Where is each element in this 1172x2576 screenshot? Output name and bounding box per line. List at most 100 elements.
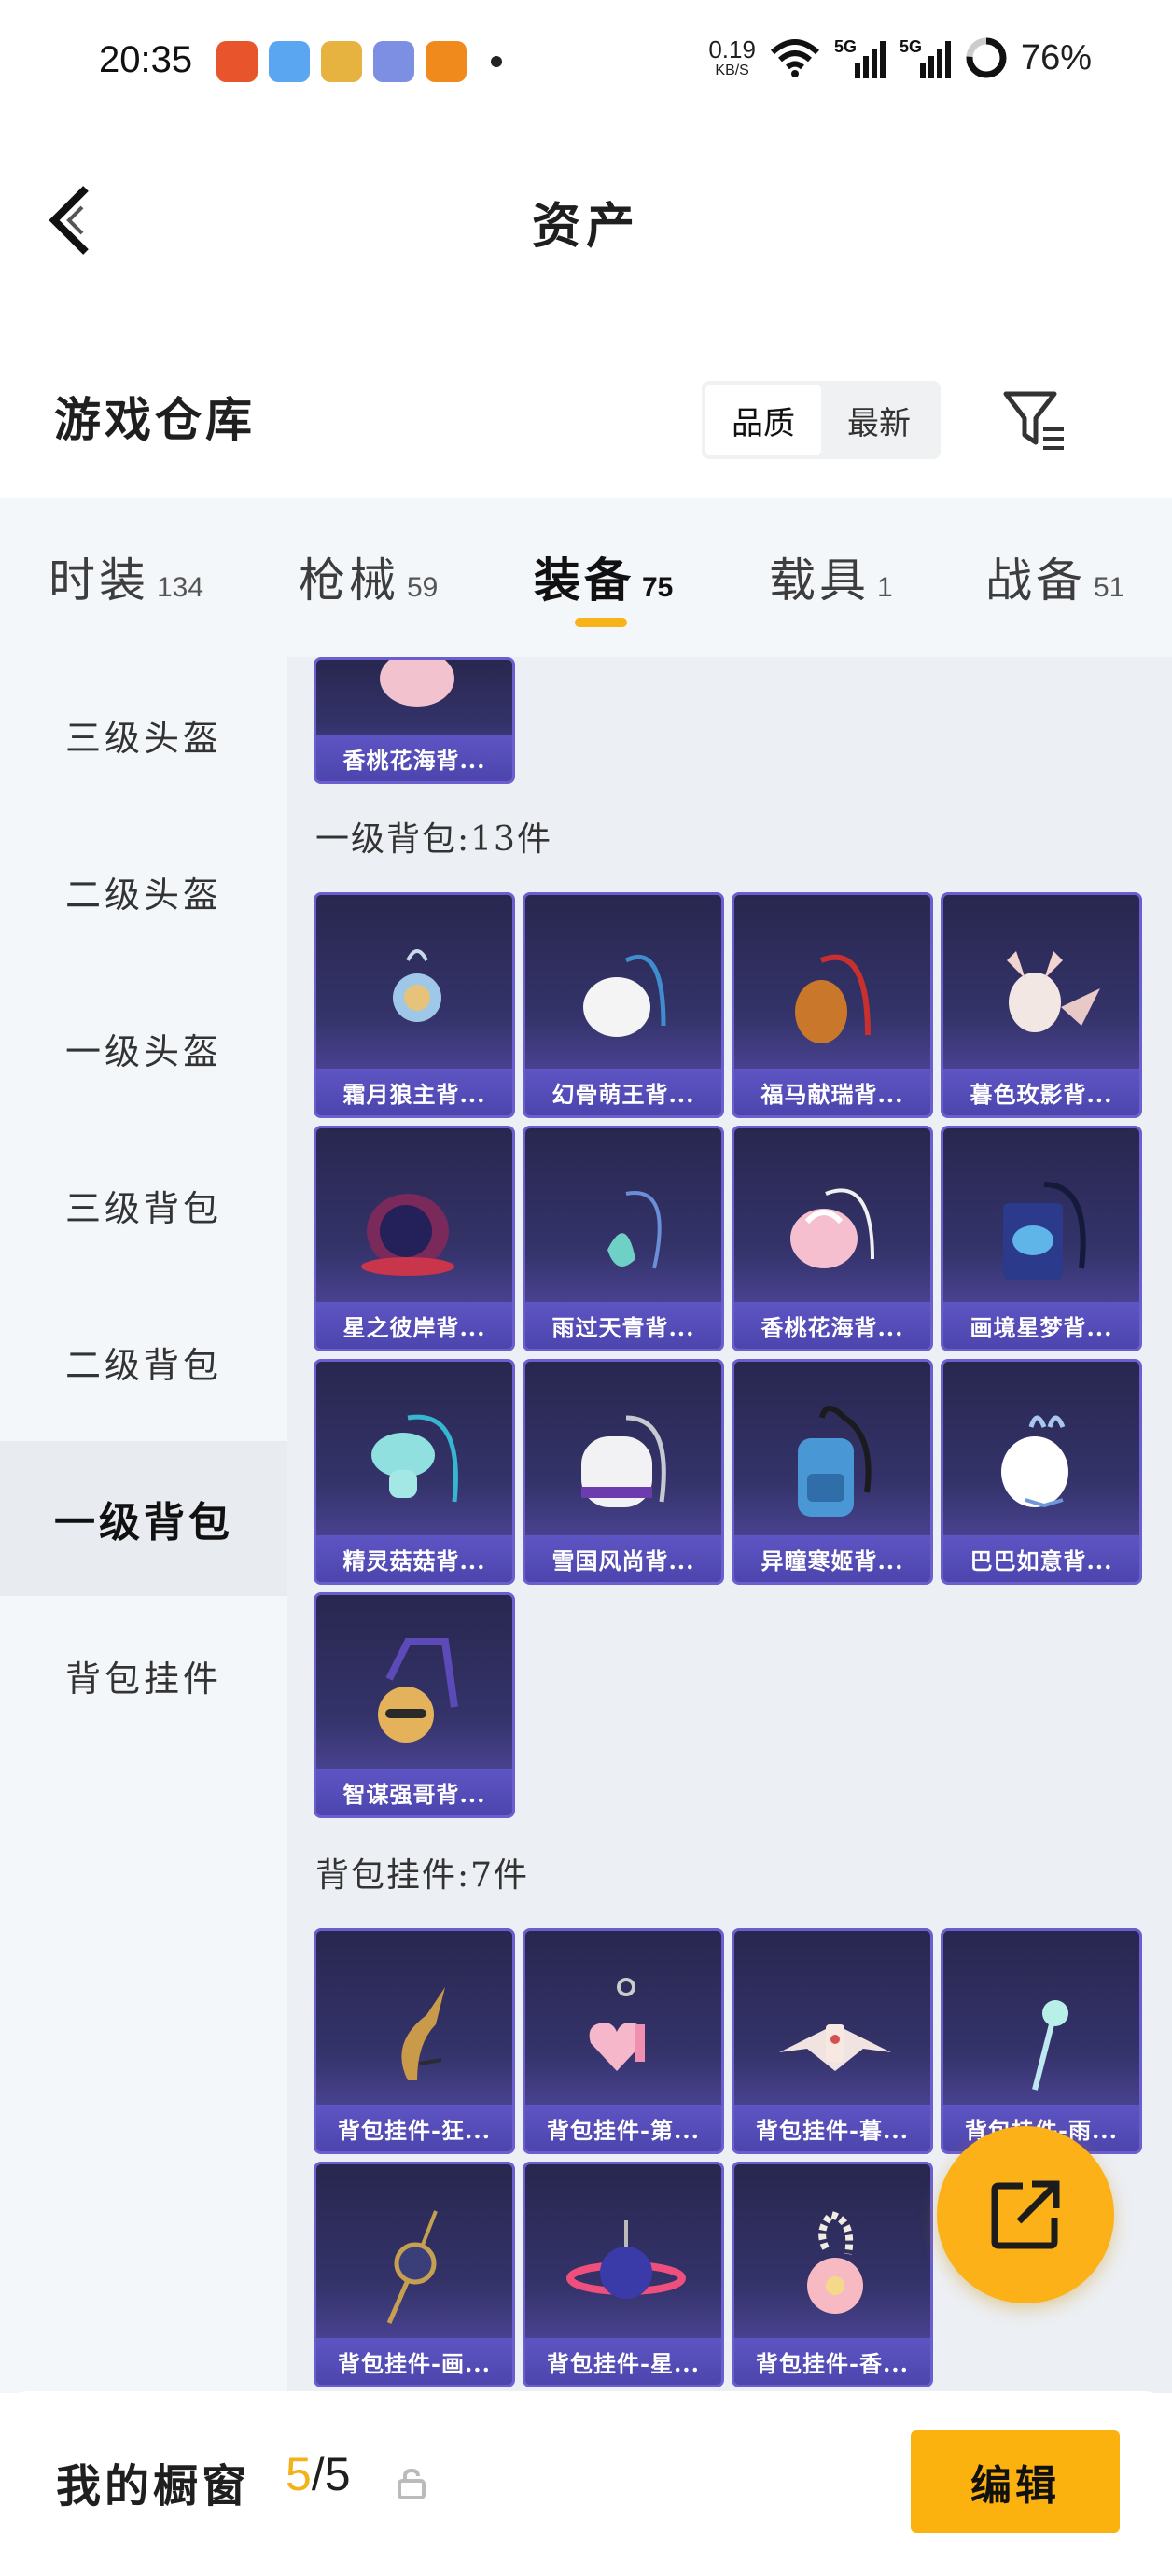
tab-count: 51 — [1094, 572, 1125, 603]
tab-label: 枪械 — [299, 553, 399, 608]
item-name: 智谋强哥背... — [316, 1769, 512, 1815]
item-card[interactable]: 香桃花海背... — [732, 1126, 933, 1351]
item-card[interactable]: 幻骨萌王背... — [523, 892, 724, 1118]
tab-count: 134 — [157, 572, 204, 603]
share-fab[interactable] — [937, 2126, 1114, 2303]
tab-label: 载具 — [769, 553, 870, 608]
showcase-title: 我的橱窗 — [56, 2460, 251, 2513]
item-card[interactable]: 暮色玫影背... — [941, 892, 1142, 1118]
backpack-image — [798, 1406, 872, 1517]
sort-quality-button[interactable]: 品质 — [705, 385, 821, 455]
sidebar-item-lv2-helmet[interactable]: 二级头盔 — [0, 814, 287, 969]
edit-button[interactable]: 编辑 — [911, 2430, 1120, 2533]
charm-image — [386, 2210, 438, 2324]
sidebar-item-lv1-backpack[interactable]: 一级背包 — [0, 1441, 287, 1596]
item-name: 背包挂件-狂... — [316, 2105, 512, 2151]
showcase-count: 5/5 — [286, 2447, 351, 2501]
item-card[interactable]: 智谋强哥背... — [314, 1592, 515, 1818]
backpack-image — [378, 1638, 458, 1743]
item-name: 暮色玫影背... — [943, 1069, 1139, 1115]
item-card[interactable]: 背包挂件-星... — [523, 2162, 724, 2387]
sidebar-item-lv2-backpack[interactable]: 二级背包 — [0, 1284, 287, 1439]
backpack-image — [1003, 1182, 1086, 1280]
backpack-image — [393, 949, 441, 1022]
sidebar-item-backpack-charms[interactable]: 背包挂件 — [0, 1598, 287, 1753]
tab-vehicles[interactable]: 载具 1 — [769, 543, 893, 610]
item-name: 雨过天青背... — [525, 1302, 721, 1349]
backpack-image — [1007, 951, 1100, 1032]
nav-bar: 资产 — [0, 159, 1172, 280]
item-card[interactable]: 背包挂件-暮... — [732, 1928, 933, 2154]
item-card[interactable]: 星之彼岸背... — [314, 1126, 515, 1351]
showcase-bar: 我的橱窗 5/5 编辑 — [0, 2391, 1172, 2576]
tab-guns[interactable]: 枪械 59 — [299, 543, 438, 610]
charm-image — [566, 2220, 686, 2299]
backpack-image — [371, 1414, 458, 1503]
tab-count: 75 — [642, 572, 674, 603]
item-name: 幻骨萌王背... — [525, 1069, 721, 1115]
signal-icon: 5G — [834, 37, 886, 78]
item-name: 星之彼岸背... — [316, 1302, 512, 1349]
item-name: 巴巴如意背... — [943, 1535, 1139, 1582]
sidebar-item-lv1-helmet[interactable]: 一级头盔 — [0, 971, 287, 1126]
item-name: 背包挂件-画... — [316, 2338, 512, 2385]
item-name: 霜月狼主背... — [316, 1069, 512, 1115]
item-card[interactable]: 背包挂件-雨... — [941, 1928, 1142, 2154]
item-card[interactable]: 背包挂件-第... — [523, 1928, 724, 2154]
tab-equipment[interactable]: 装备 75 — [534, 543, 673, 610]
active-tab-indicator — [575, 618, 627, 627]
item-name: 精灵菇菇背... — [316, 1535, 512, 1582]
charm-image — [401, 1987, 445, 2080]
item-name: 背包挂件-第... — [525, 2105, 721, 2151]
showcase-count-total: /5 — [311, 2448, 351, 2500]
weather-app-icon — [269, 41, 310, 82]
status-right: 0.19 KB/S 5G 5G 76% — [708, 35, 1092, 80]
item-card[interactable]: 雨过天青背... — [523, 1126, 724, 1351]
backpack-image — [583, 954, 666, 1037]
tab-fashion[interactable]: 时装 134 — [49, 543, 203, 610]
item-card[interactable]: 香桃花海背... — [314, 657, 515, 784]
wifi-icon — [770, 39, 819, 77]
item-card[interactable]: 背包挂件-香... — [732, 2162, 933, 2387]
backpack-image — [795, 954, 871, 1043]
reader-app-icon — [426, 41, 467, 82]
charm-image — [1032, 2000, 1068, 2091]
item-name: 雪国风尚背... — [525, 1535, 721, 1582]
item-card[interactable]: 福马献瑞背... — [732, 892, 933, 1118]
game-app-icon-2 — [373, 41, 414, 82]
section-title: 游戏仓库 — [54, 392, 256, 447]
tab-battle-gear[interactable]: 战备 51 — [985, 543, 1124, 610]
signal-5g-label: 5G — [834, 37, 857, 56]
item-card[interactable]: 精灵菇菇背... — [314, 1359, 515, 1585]
item-name: 香桃花海背... — [316, 735, 512, 781]
tab-count: 1 — [877, 572, 893, 603]
item-card[interactable]: 雪国风尚背... — [523, 1359, 724, 1585]
sidebar-item-lv3-helmet[interactable]: 三级头盔 — [0, 657, 287, 812]
sort-toggle: 品质 最新 — [702, 381, 941, 459]
tab-label: 战备 — [985, 553, 1086, 608]
item-card[interactable]: 霜月狼主背... — [314, 892, 515, 1118]
notification-icons — [216, 41, 502, 82]
app-notification-icon — [216, 41, 258, 82]
more-notifications-dot — [491, 56, 502, 67]
item-name: 异瞳寒姬背... — [734, 1535, 930, 1582]
item-card[interactable]: 画境星梦背... — [941, 1126, 1142, 1351]
item-card[interactable]: 背包挂件-画... — [314, 2162, 515, 2387]
item-card[interactable]: 巴巴如意背... — [941, 1359, 1142, 1585]
sort-latest-button[interactable]: 最新 — [821, 385, 937, 455]
item-card[interactable]: 背包挂件-狂... — [314, 1928, 515, 2154]
tab-label: 时装 — [49, 553, 149, 608]
backpack-image — [790, 1188, 874, 1268]
lock-icon — [398, 2468, 426, 2499]
item-name: 福马献瑞背... — [734, 1069, 930, 1115]
backpack-image — [1001, 1415, 1068, 1508]
charm-image — [589, 1978, 645, 2071]
item-name: 画境星梦背... — [943, 1302, 1139, 1349]
status-bar: 20:35 0.19 KB/S 5G 5G 76% — [0, 0, 1172, 131]
filter-icon[interactable] — [1000, 386, 1069, 455]
sidebar-item-lv3-backpack[interactable]: 三级背包 — [0, 1127, 287, 1282]
page-title: 资产 — [531, 198, 640, 255]
item-card[interactable]: 异瞳寒姬背... — [732, 1359, 933, 1585]
net-speed-value: 0.19 — [708, 35, 756, 63]
tab-count: 59 — [407, 572, 439, 603]
